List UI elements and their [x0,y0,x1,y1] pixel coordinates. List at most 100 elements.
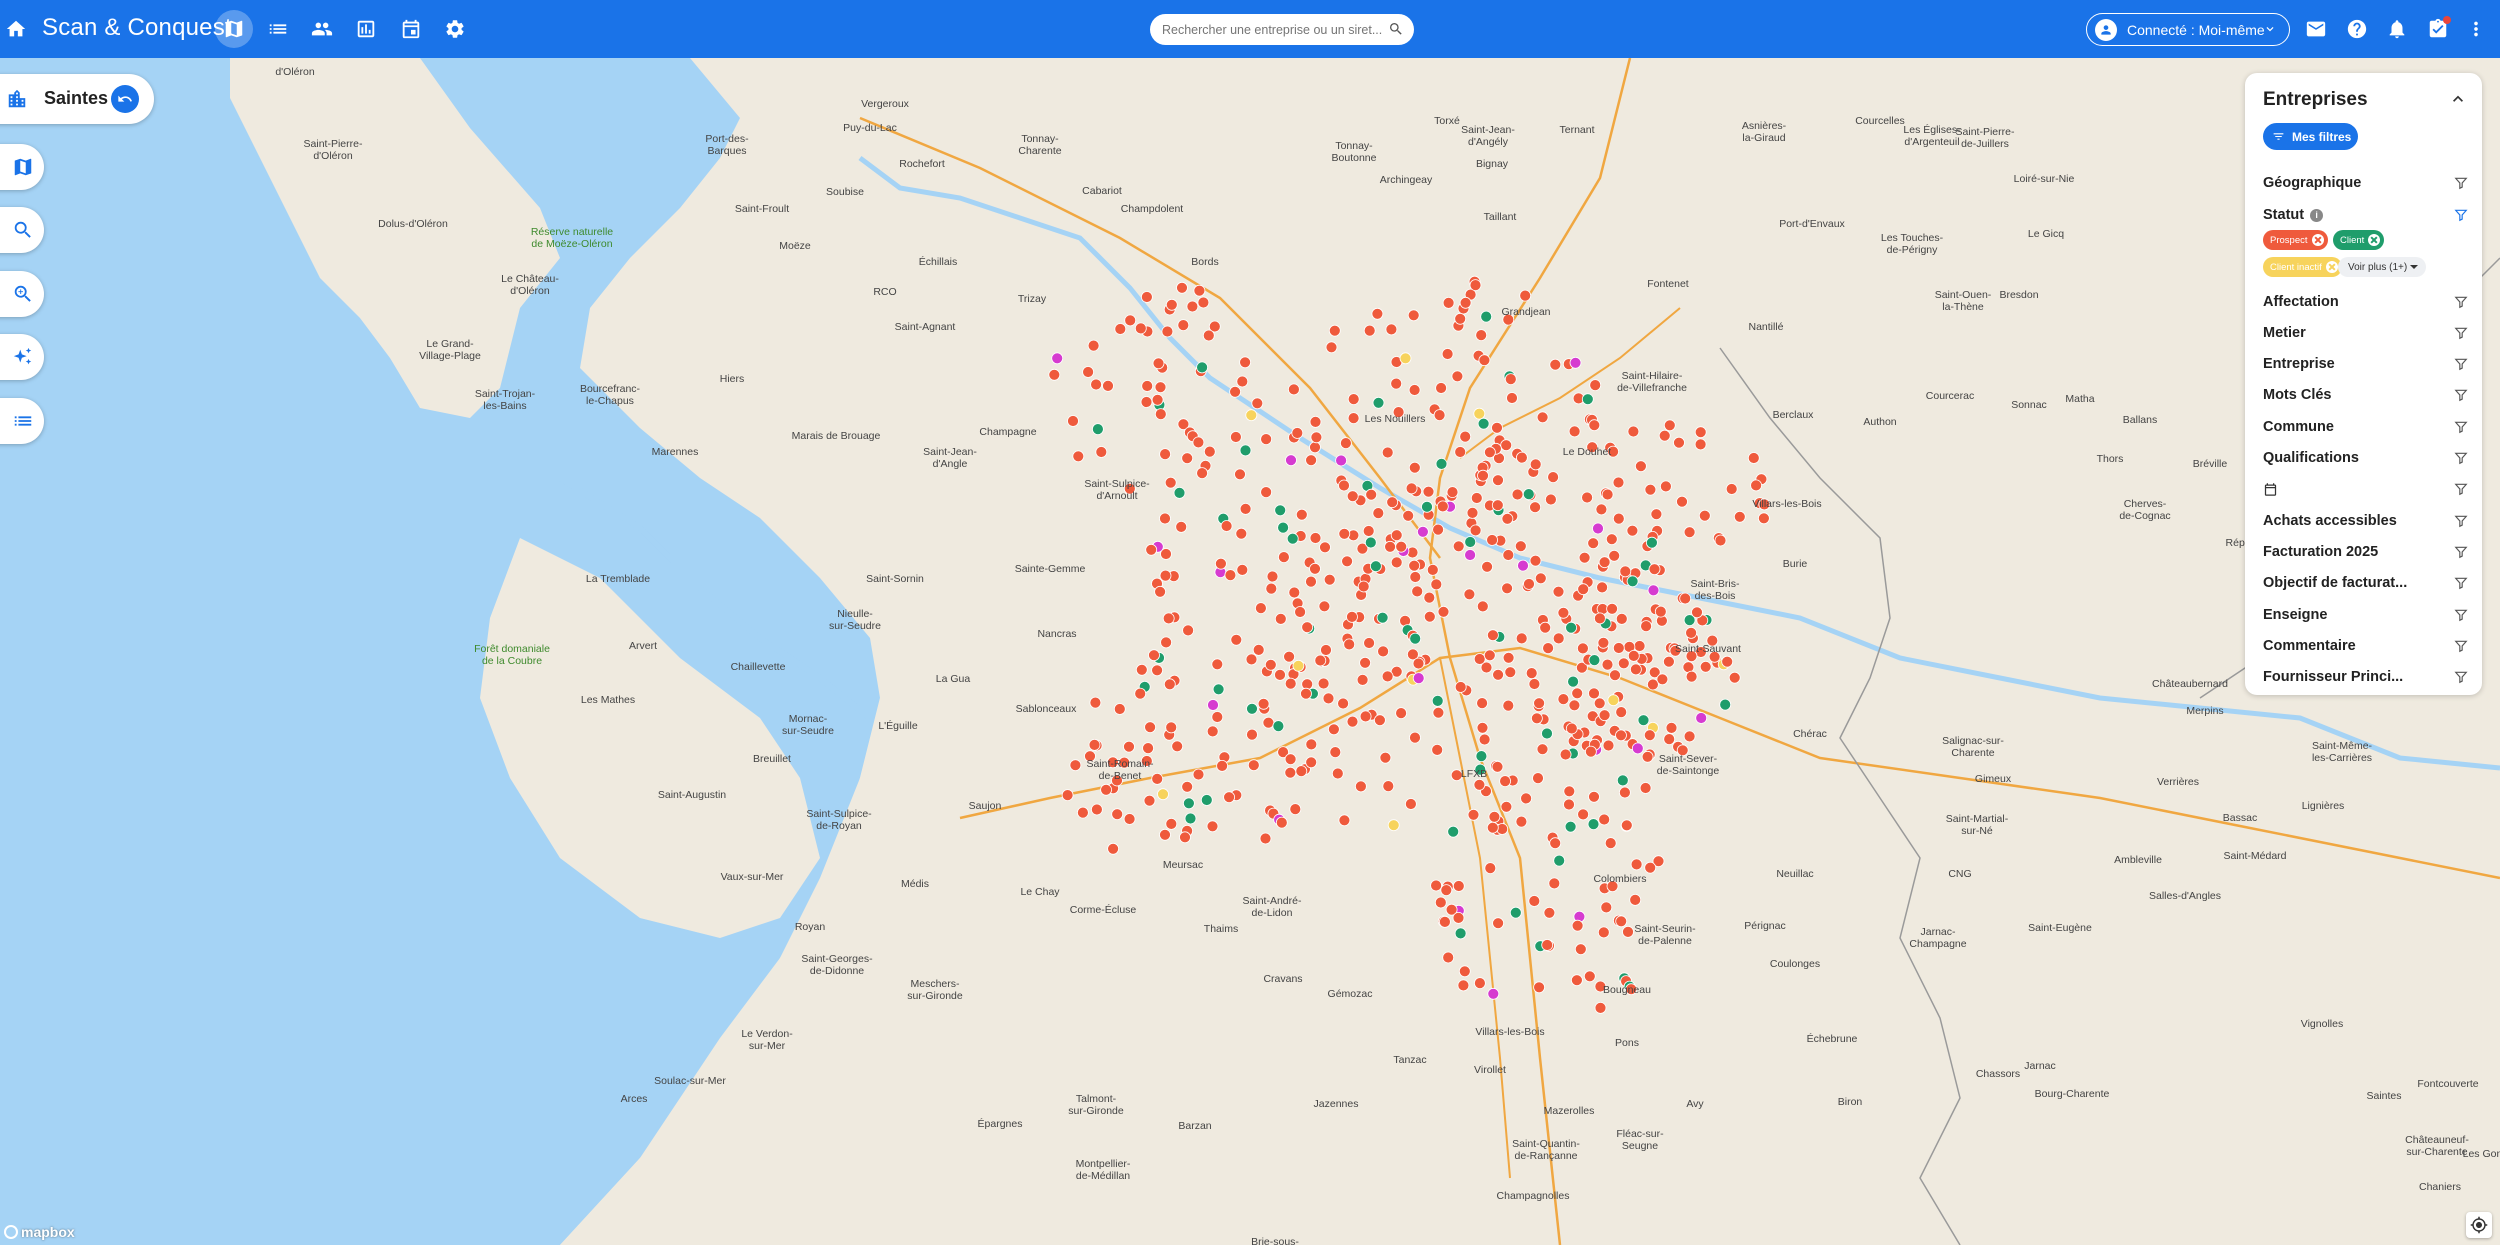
company-marker[interactable] [1432,706,1445,719]
company-marker[interactable] [1594,1002,1607,1014]
company-marker[interactable] [1318,600,1331,613]
company-marker[interactable] [1454,681,1467,693]
company-marker[interactable] [1255,602,1267,614]
company-marker[interactable] [1322,692,1335,705]
search-input[interactable] [1162,22,1382,37]
company-marker[interactable] [1165,721,1178,734]
company-marker[interactable] [1463,588,1476,601]
company-marker[interactable] [1328,324,1341,337]
filter-row[interactable]: Affectation [2263,290,2468,314]
company-marker[interactable] [1492,917,1504,930]
company-marker[interactable] [1408,559,1421,572]
company-marker[interactable] [1365,488,1378,501]
company-marker[interactable] [1300,687,1312,700]
funnel-icon[interactable] [2454,326,2468,340]
funnel-icon[interactable] [2454,357,2468,371]
company-marker[interactable] [1587,818,1600,830]
company-marker[interactable] [1179,831,1191,844]
company-marker[interactable] [1442,951,1455,964]
bell-icon[interactable] [2381,13,2413,45]
company-marker[interactable] [1440,884,1453,896]
company-marker[interactable] [1275,816,1288,829]
company-marker[interactable] [1644,483,1657,496]
company-marker[interactable] [1637,714,1650,727]
map-canvas[interactable]: d'Oléron Saint-Pierre- d'Oléron Dolus-d'Ol… [0,58,2500,1245]
company-marker[interactable] [1284,753,1297,766]
company-marker[interactable] [1355,780,1367,793]
filter-row[interactable]: Entreprise [2263,352,2468,376]
company-marker[interactable] [1284,677,1297,690]
filter-row[interactable] [2263,477,2468,501]
company-marker[interactable] [1532,772,1544,784]
company-marker[interactable] [1469,524,1482,537]
funnel-icon[interactable] [2454,451,2468,465]
company-marker[interactable] [1627,650,1640,662]
company-marker[interactable] [1477,417,1490,430]
company-marker[interactable] [1598,813,1611,826]
company-marker[interactable] [1426,563,1439,576]
company-marker[interactable] [1309,562,1321,575]
company-marker[interactable] [1714,534,1727,547]
info-icon[interactable]: i [2310,208,2324,222]
company-marker[interactable] [1376,611,1389,624]
company-marker[interactable] [1408,461,1421,474]
company-marker[interactable] [1567,675,1579,688]
company-marker[interactable] [1750,479,1762,492]
company-marker[interactable] [1523,578,1535,590]
company-marker[interactable] [1118,756,1131,769]
company-marker[interactable] [1422,485,1435,498]
company-marker[interactable] [1325,341,1338,354]
company-marker[interactable] [1607,445,1619,458]
company-marker[interactable] [1175,520,1188,533]
company-marker[interactable] [1200,794,1213,806]
company-marker[interactable] [1502,313,1515,326]
zoom-in-button[interactable] [0,271,44,317]
company-marker[interactable] [1504,373,1517,386]
company-marker[interactable] [1407,309,1420,322]
company-marker[interactable] [1251,397,1264,410]
company-marker[interactable] [1236,563,1249,576]
company-marker[interactable] [1609,669,1621,682]
company-marker[interactable] [1274,504,1287,517]
chevron-up-icon[interactable] [2448,89,2468,109]
company-marker[interactable] [1627,425,1640,438]
company-marker[interactable] [1598,556,1611,569]
mapbox-logo[interactable]: mapbox [4,1224,75,1240]
filter-row[interactable]: Mots Clés [2263,383,2468,407]
company-marker[interactable] [1102,379,1114,392]
company-marker[interactable] [1543,906,1556,919]
company-marker[interactable] [1557,606,1570,619]
filter-row[interactable]: Commune [2263,415,2468,439]
company-marker[interactable] [1565,722,1578,735]
company-marker[interactable] [1113,703,1126,715]
company-marker[interactable] [1090,378,1102,391]
company-marker[interactable] [1685,627,1697,639]
company-marker[interactable] [1176,281,1188,294]
company-marker[interactable] [1616,774,1629,787]
filter-row[interactable]: Fournisseur Princi... [2263,665,2468,689]
company-marker[interactable] [1305,756,1318,769]
company-marker[interactable] [1577,808,1589,821]
company-marker[interactable] [1364,536,1377,549]
company-marker[interactable] [1160,636,1172,649]
company-marker[interactable] [1230,431,1242,443]
company-marker[interactable] [1698,509,1711,522]
company-marker[interactable] [1335,454,1347,467]
company-marker[interactable] [1528,895,1541,907]
company-marker[interactable] [1143,794,1156,807]
company-marker[interactable] [1257,697,1270,710]
company-marker[interactable] [1491,760,1504,773]
company-marker[interactable] [1229,385,1241,398]
company-marker[interactable] [1123,740,1135,753]
company-marker[interactable] [1069,759,1082,772]
company-marker[interactable] [1409,571,1422,583]
company-marker[interactable] [1197,296,1210,309]
company-marker[interactable] [1337,697,1349,710]
company-marker[interactable] [1381,670,1394,683]
company-marker[interactable] [1338,814,1351,827]
company-marker[interactable] [1211,658,1224,671]
company-marker[interactable] [1417,525,1429,538]
company-marker[interactable] [1477,469,1489,482]
company-marker[interactable] [1140,755,1153,767]
company-marker[interactable] [1446,486,1459,499]
